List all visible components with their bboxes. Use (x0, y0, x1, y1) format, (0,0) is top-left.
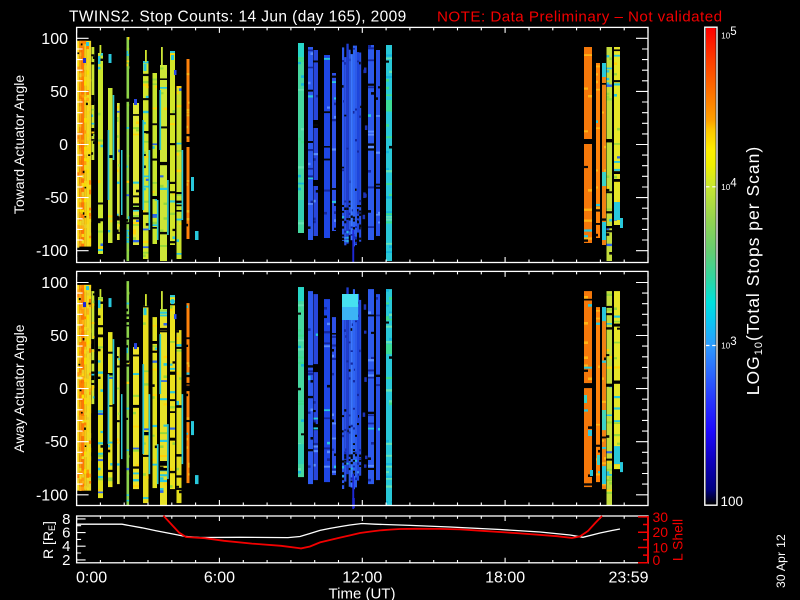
svg-text:100: 100 (41, 31, 68, 48)
svg-text:100: 100 (721, 494, 744, 509)
svg-text:0: 0 (653, 552, 661, 568)
svg-text:12:00: 12:00 (342, 570, 382, 587)
svg-text:NOTE: Data Preliminary – Not v: NOTE: Data Preliminary – Not validated (437, 9, 723, 26)
svg-text:0:00: 0:00 (76, 570, 107, 587)
svg-text:Away Actuator Angle: Away Actuator Angle (11, 324, 27, 452)
svg-text:0: 0 (59, 137, 68, 154)
svg-text:50: 50 (50, 84, 68, 101)
svg-text:Time (UT): Time (UT) (329, 586, 396, 600)
svg-text:L Shell: L Shell (670, 519, 686, 561)
svg-text:50: 50 (50, 328, 68, 345)
svg-text:0: 0 (59, 381, 68, 398)
svg-text:-50: -50 (45, 434, 68, 451)
svg-text:-100: -100 (36, 243, 68, 260)
svg-text:100: 100 (41, 275, 68, 292)
svg-text:30 Apr 12: 30 Apr 12 (774, 534, 788, 588)
svg-text:20: 20 (653, 524, 669, 540)
svg-text:Toward Actuator Angle: Toward Actuator Angle (11, 75, 27, 215)
svg-text:23:59: 23:59 (608, 570, 648, 587)
svg-text:TWINS2. Stop Counts: 14 Jun (d: TWINS2. Stop Counts: 14 Jun (day 165), 2… (69, 9, 407, 26)
svg-text:8: 8 (62, 511, 70, 528)
svg-text:-100: -100 (36, 487, 68, 504)
svg-text:30: 30 (653, 509, 669, 525)
svg-text:-50: -50 (45, 190, 68, 207)
svg-text:LOG10(Total Stops per Scan): LOG10(Total Stops per Scan) (743, 146, 765, 395)
svg-text:6:00: 6:00 (204, 570, 235, 587)
svg-text:18:00: 18:00 (485, 570, 525, 587)
